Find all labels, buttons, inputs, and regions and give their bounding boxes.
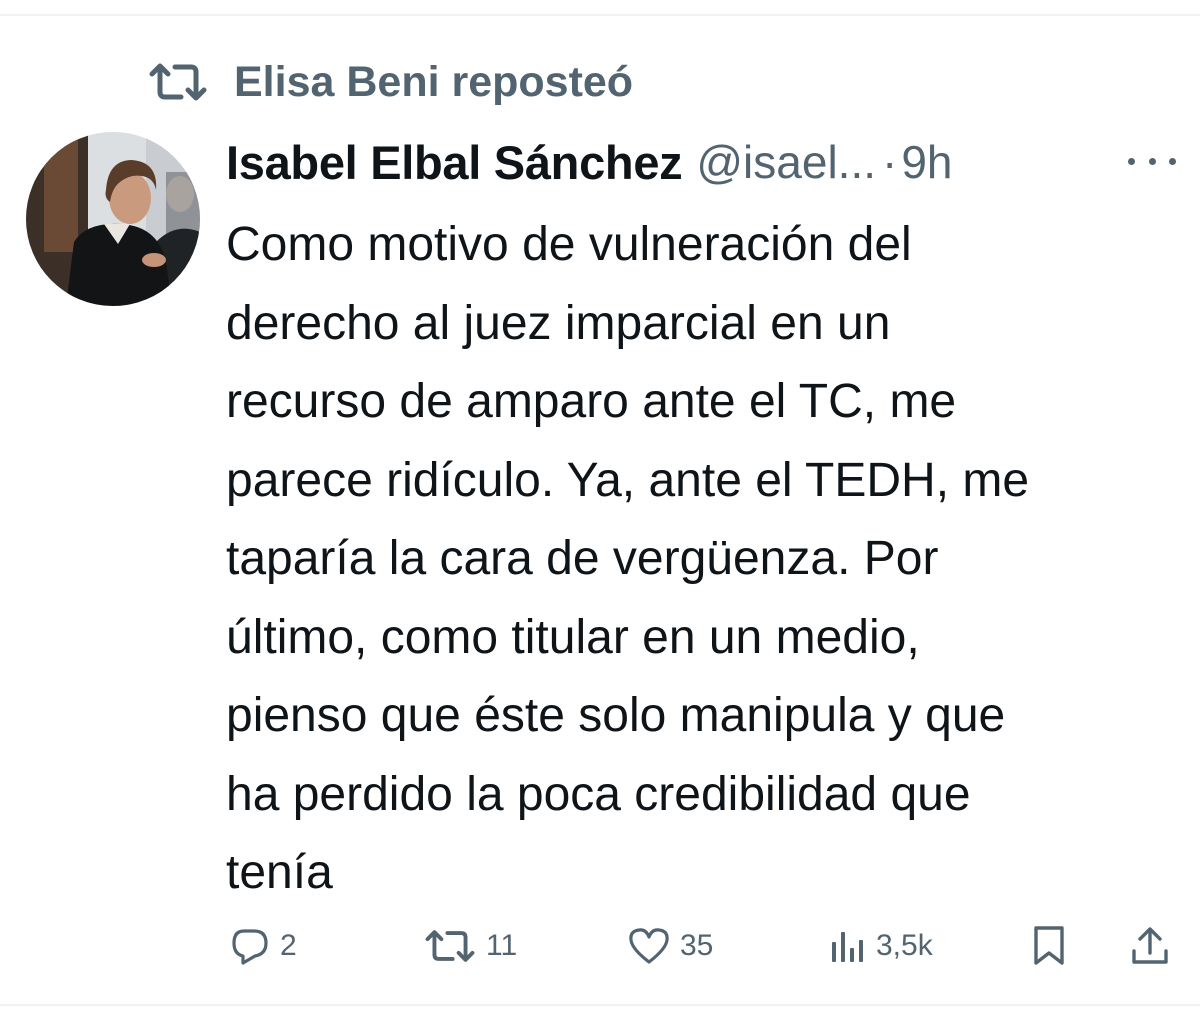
views-count: 3,5k xyxy=(876,929,933,962)
like-button[interactable]: 35 xyxy=(628,918,713,974)
tweet-card[interactable]: Elisa Beni reposteó Isabel Elbal Sánchez… xyxy=(0,0,1200,1030)
bookmark-button[interactable] xyxy=(1032,918,1066,974)
more-dot xyxy=(1169,157,1176,165)
social-context[interactable]: Elisa Beni reposteó xyxy=(148,52,633,112)
views-chart-icon xyxy=(830,928,866,964)
header-separator: · xyxy=(882,136,898,188)
reply-button[interactable]: 2 xyxy=(230,918,297,974)
timestamp[interactable]: 9h xyxy=(901,135,952,189)
like-count: 35 xyxy=(680,929,714,962)
more-dot xyxy=(1148,157,1156,165)
repost-count: 11 xyxy=(486,929,518,962)
social-context-label: Elisa Beni reposteó xyxy=(234,57,634,106)
more-icon[interactable] xyxy=(1128,146,1176,176)
tweet-text: Como motivo de vulneración del derecho a… xyxy=(226,218,1030,899)
views-button[interactable]: 3,5k xyxy=(830,918,933,974)
reply-count: 2 xyxy=(280,929,297,962)
repost-icon xyxy=(424,927,476,965)
bookmark-icon xyxy=(1032,925,1066,967)
top-divider xyxy=(0,14,1200,16)
share-button[interactable] xyxy=(1130,918,1170,974)
reply-icon xyxy=(230,926,270,966)
tweet-header: Isabel Elbal Sánchez @isael... · 9h xyxy=(226,130,1176,194)
avatar[interactable] xyxy=(26,132,200,306)
repost-icon xyxy=(148,60,208,104)
more-dot xyxy=(1128,157,1135,165)
action-bar: 2 11 35 3,5k xyxy=(226,918,1176,974)
author-name[interactable]: Isabel Elbal Sánchez xyxy=(226,135,683,190)
bottom-divider xyxy=(0,1004,1200,1006)
heart-icon xyxy=(628,927,670,965)
share-icon xyxy=(1130,925,1170,967)
author-handle[interactable]: @isael... xyxy=(696,135,876,189)
repost-button[interactable]: 11 xyxy=(424,918,517,974)
